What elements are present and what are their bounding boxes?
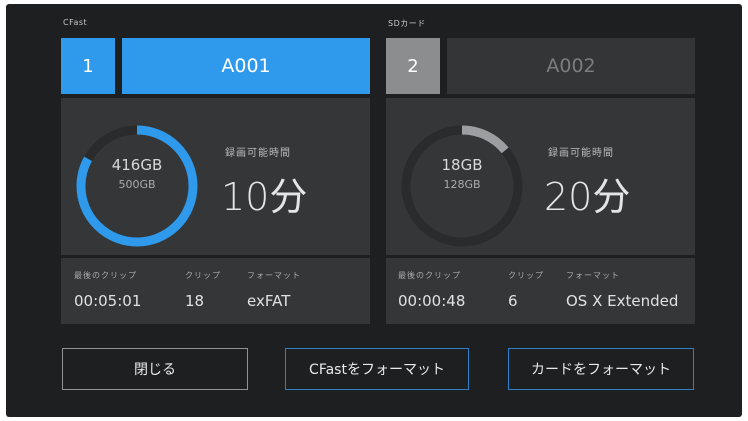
media-screen: CFast 1 A001 416GB 500GB 録画可能時間 10分 最後のク… <box>6 4 742 417</box>
last-clip-value: 00:00:48 <box>398 292 466 310</box>
clips-label: クリップ <box>185 271 221 280</box>
storage-used: 416GB <box>111 156 163 174</box>
media-type-label: SDカード <box>388 19 426 28</box>
storage-used: 18GB <box>441 156 483 174</box>
storage-total: 128GB <box>443 178 481 191</box>
clips-label: クリップ <box>508 271 544 280</box>
remaining-time-value: 20分 <box>544 175 631 219</box>
storage-readout: 18GB 128GB <box>400 156 524 191</box>
format-card-button[interactable]: カードをフォーマット <box>508 348 694 390</box>
remaining-time-label: 録画可能時間 <box>548 148 614 159</box>
remaining-time-value: 10分 <box>221 175 308 219</box>
format-label: フォーマット <box>566 271 620 280</box>
clip-stats-panel: 最後のクリップ 00:05:01 クリップ 18 フォーマット exFAT <box>61 258 370 324</box>
media-info-panel: 18GB 128GB 録画可能時間 20分 <box>386 98 695 255</box>
format-value: OS X Extended <box>566 292 679 310</box>
clip-name-button[interactable]: A002 <box>447 38 695 94</box>
media-info-panel: 416GB 500GB 録画可能時間 10分 <box>61 98 370 255</box>
last-clip-label: 最後のクリップ <box>74 271 137 280</box>
clips-value: 6 <box>508 292 518 310</box>
remaining-time-label: 録画可能時間 <box>225 148 291 159</box>
slot-number-badge[interactable]: 2 <box>386 38 440 94</box>
clip-name-button[interactable]: A001 <box>122 38 370 94</box>
format-cfast-button[interactable]: CFastをフォーマット <box>285 348 469 390</box>
media-slot-2: SDカード 2 A002 18GB 128GB 録画可能時間 20分 最後のクリ… <box>386 18 695 324</box>
slot-number-badge[interactable]: 1 <box>61 38 115 94</box>
last-clip-label: 最後のクリップ <box>398 271 461 280</box>
storage-readout: 416GB 500GB <box>75 156 199 191</box>
close-button[interactable]: 閉じる <box>62 348 248 390</box>
clip-stats-panel: 最後のクリップ 00:00:48 クリップ 6 フォーマット OS X Exte… <box>386 258 695 324</box>
clips-value: 18 <box>185 292 205 310</box>
last-clip-value: 00:05:01 <box>74 292 142 310</box>
format-value: exFAT <box>247 292 291 310</box>
format-label: フォーマット <box>247 271 301 280</box>
media-slot-1: CFast 1 A001 416GB 500GB 録画可能時間 10分 最後のク… <box>61 18 370 324</box>
media-type-label: CFast <box>63 18 88 27</box>
storage-total: 500GB <box>118 178 156 191</box>
